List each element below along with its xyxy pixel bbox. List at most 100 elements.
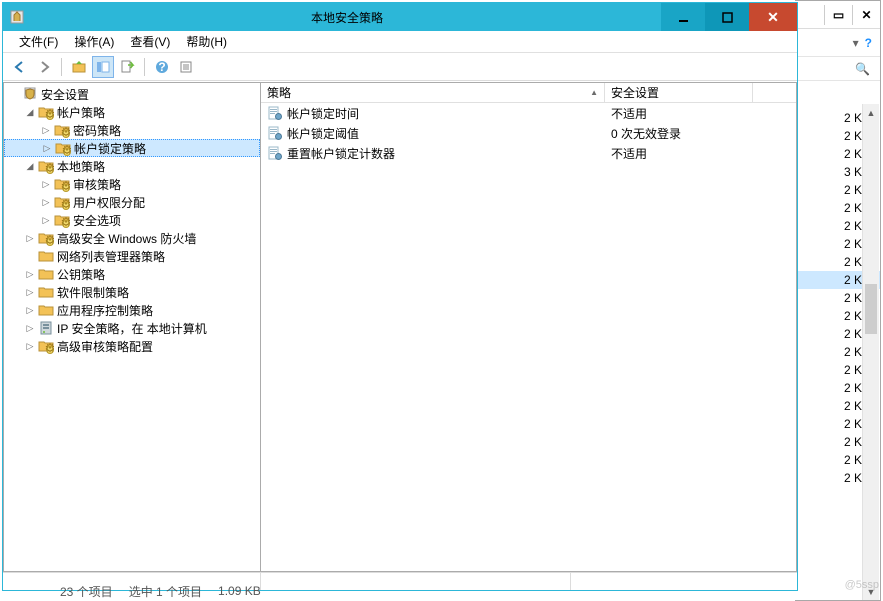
policy-icon (267, 145, 283, 161)
policy-icon (267, 125, 283, 141)
tree-public-key[interactable]: ▷公钥策略 (4, 265, 260, 283)
tree-software-restriction[interactable]: ▷软件限制策略 (4, 283, 260, 301)
folder-icon (38, 284, 54, 300)
policy-name: 重置帐户锁定计数器 (287, 145, 395, 162)
list-row[interactable]: 帐户锁定阈值0 次无效登录 (261, 123, 796, 143)
svg-text:⚙: ⚙ (45, 233, 54, 246)
help-icon[interactable]: ? (865, 36, 872, 50)
tree-toggle-icon[interactable]: ▷ (40, 214, 52, 226)
search-icon[interactable]: 🔍 (855, 62, 870, 76)
list-row[interactable]: 重置帐户锁定计数器 不适用 (261, 143, 796, 163)
tree-toggle-icon[interactable]: ▷ (24, 304, 36, 316)
tree-toggle-icon[interactable]: ▷ (40, 178, 52, 190)
list-row[interactable]: 帐户锁定时间 不适用 (261, 103, 796, 123)
tree-toggle-icon[interactable]: ▷ (40, 196, 52, 208)
tree-security-options[interactable]: ▷ ⚙安全选项 (4, 211, 260, 229)
tree-lockout-policy[interactable]: ▷⚙帐户锁定策略 (4, 139, 260, 157)
svg-text:⚙: ⚙ (45, 341, 54, 354)
list-pane[interactable]: 策略▲ 安全设置 帐户锁定时间不适用帐户锁定阈值0 次无效登录重置帐户锁定计数器… (261, 82, 797, 572)
tree-advanced-audit[interactable]: ▷ ⚙高级审核策略配置 (4, 337, 260, 355)
tree-audit-policy[interactable]: ▷⚙审核策略 (4, 175, 260, 193)
scroll-up-icon[interactable]: ▲ (863, 104, 879, 121)
menu-view[interactable]: 查看(V) (122, 30, 178, 53)
tree-local-policies[interactable]: ◢⚙本地策略 (4, 157, 260, 175)
scrollbar-thumb[interactable] (865, 284, 877, 334)
up-folder-button[interactable] (68, 56, 90, 78)
tree-toggle-icon[interactable]: ▷ (24, 322, 36, 334)
tree-label: 安全设置 (41, 86, 89, 103)
menu-file[interactable]: 文件(F) (11, 30, 66, 53)
column-setting-label: 安全设置 (611, 84, 659, 101)
policy-setting: 不适用 (611, 145, 647, 162)
scroll-down-icon[interactable]: ▼ (863, 583, 879, 600)
status-panel-right (571, 573, 797, 590)
folder-icon: ⚙ (38, 158, 54, 174)
titlebar: 本地安全策略 ✕ (3, 3, 797, 31)
help-button[interactable]: ? (151, 56, 173, 78)
status-panel-mid (261, 573, 571, 590)
column-policy[interactable]: 策略▲ (261, 83, 605, 102)
bg-search-bar: 🔍 (795, 57, 880, 81)
tree-label: 高级审核策略配置 (57, 338, 153, 355)
folder-icon: ⚙ (54, 122, 70, 138)
bg-close-button[interactable]: ✕ (852, 5, 880, 25)
folder-icon (38, 320, 54, 336)
menu-help[interactable]: 帮助(H) (178, 30, 235, 53)
tree-toggle-icon[interactable]: ◢ (24, 160, 36, 172)
close-button[interactable]: ✕ (749, 3, 797, 31)
chevron-down-icon[interactable]: ▾ (853, 36, 859, 50)
folder-icon: ⚙ (54, 212, 70, 228)
tree-toggle-icon[interactable]: ▷ (24, 286, 36, 298)
tree-label: 网络列表管理器策略 (57, 248, 165, 265)
svg-text:⚙: ⚙ (61, 215, 70, 228)
tree-firewall[interactable]: ▷ ⚙高级安全 Windows 防火墙 (4, 229, 260, 247)
tree-account-policies[interactable]: ◢⚙帐户策略 (4, 103, 260, 121)
window-controls: ✕ (661, 3, 797, 31)
tree-ip-security[interactable]: ▷IP 安全策略，在 本地计算机 (4, 319, 260, 337)
policy-icon (267, 105, 283, 121)
maximize-button[interactable] (705, 3, 749, 31)
tree-root-security[interactable]: 安全设置 (4, 85, 260, 103)
policy-name: 帐户锁定阈值 (287, 125, 359, 142)
menu-action[interactable]: 操作(A) (66, 30, 122, 53)
show-hide-tree-button[interactable] (92, 56, 114, 78)
tree-label: 帐户锁定策略 (74, 140, 146, 157)
tree-app-control[interactable]: ▷应用程序控制策略 (4, 301, 260, 319)
tree-toggle-icon[interactable]: ▷ (24, 268, 36, 280)
minimize-button[interactable] (661, 3, 705, 31)
tree-pane[interactable]: 安全设置◢⚙帐户策略▷⚙密码策略▷⚙帐户锁定策略◢⚙本地策略▷⚙审核策略▷⚙用户… (3, 82, 261, 572)
svg-text:⚙: ⚙ (45, 161, 54, 174)
folder-icon (38, 302, 54, 318)
tree-network-list[interactable]: 网络列表管理器策略 (4, 247, 260, 265)
bg-toolbar: ▾ ? (795, 29, 880, 57)
tree-toggle-icon[interactable]: ◢ (24, 106, 36, 118)
status-selected: 选中 1 个项目 (129, 583, 202, 600)
tree-user-rights[interactable]: ▷⚙用户权限分配 (4, 193, 260, 211)
tree-password-policy[interactable]: ▷⚙密码策略 (4, 121, 260, 139)
tree-toggle-icon[interactable]: ▷ (41, 142, 53, 154)
folder-icon: ⚙ (38, 104, 54, 120)
bg-scrollbar[interactable]: ▲ ▼ (862, 104, 879, 600)
forward-button[interactable] (33, 56, 55, 78)
content-area: 安全设置◢⚙帐户策略▷⚙密码策略▷⚙帐户锁定策略◢⚙本地策略▷⚙审核策略▷⚙用户… (3, 81, 797, 572)
bg-maximize-button[interactable]: ▭ (824, 5, 852, 25)
tree-label: 安全选项 (73, 212, 121, 229)
tree-toggle-icon[interactable]: ▷ (40, 124, 52, 136)
tree-label: 审核策略 (73, 176, 121, 193)
column-setting[interactable]: 安全设置 (605, 83, 753, 102)
toolbar-divider (61, 58, 62, 76)
tree-toggle-icon[interactable]: ▷ (24, 340, 36, 352)
tree-label: 高级安全 Windows 防火墙 (57, 230, 196, 247)
folder-icon (38, 248, 54, 264)
tree-toggle-icon[interactable]: ▷ (24, 232, 36, 244)
toolbar: ? (3, 53, 797, 81)
policy-name: 帐户锁定时间 (287, 105, 359, 122)
export-button[interactable] (116, 56, 138, 78)
properties-button[interactable] (175, 56, 197, 78)
folder-icon: ⚙ (54, 194, 70, 210)
toolbar-divider (144, 58, 145, 76)
policy-setting: 不适用 (611, 105, 647, 122)
list-header: 策略▲ 安全设置 (261, 83, 796, 103)
tree-label: 用户权限分配 (73, 194, 145, 211)
back-button[interactable] (9, 56, 31, 78)
